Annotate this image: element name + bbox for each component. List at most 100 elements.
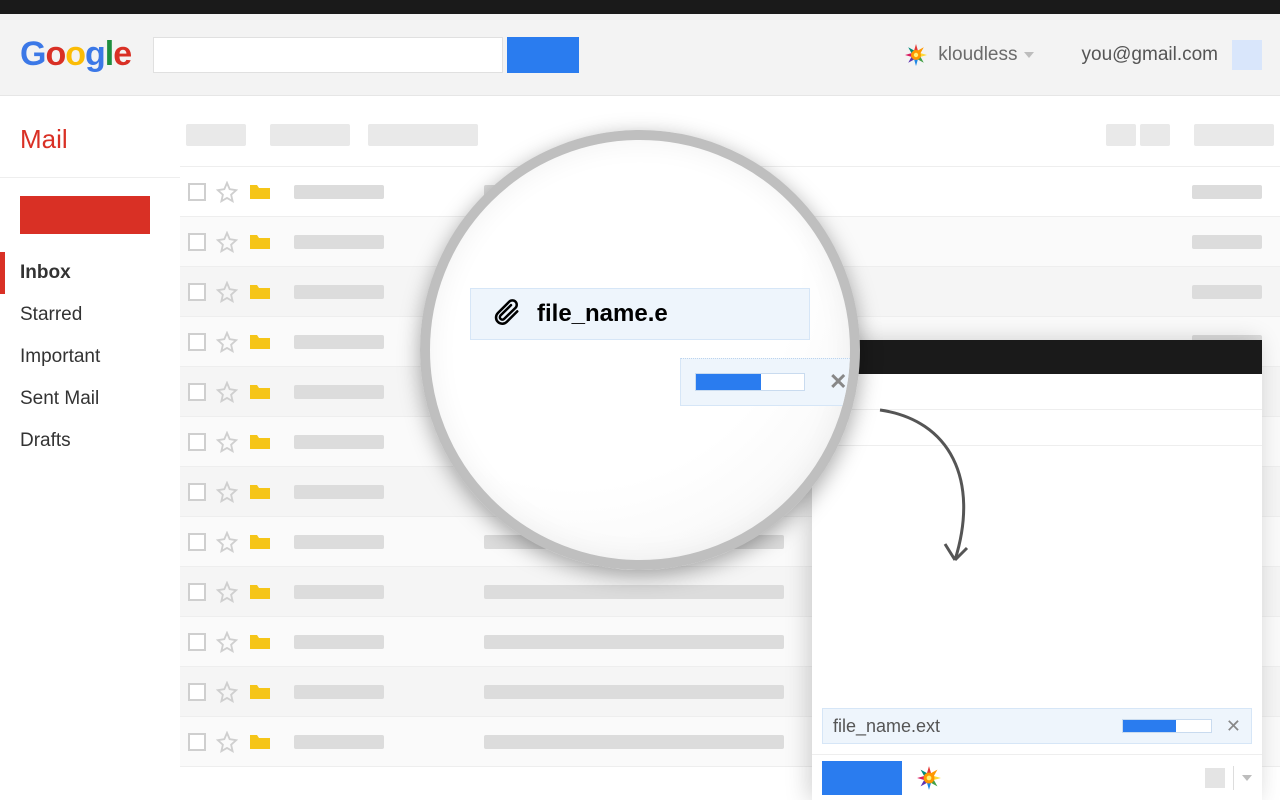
compose-body[interactable] [812, 446, 1262, 708]
attachment-name: file_name.ext [833, 716, 1122, 737]
label-icon[interactable] [248, 233, 272, 251]
toolbar-settings[interactable] [1194, 124, 1274, 146]
kloudless-icon [904, 43, 928, 67]
label-icon[interactable] [248, 183, 272, 201]
checkbox[interactable] [188, 283, 206, 301]
checkbox[interactable] [188, 533, 206, 551]
zoomed-file-name: file_name.e [537, 300, 668, 328]
sender-placeholder [294, 585, 384, 599]
sidebar-item-inbox[interactable]: Inbox [0, 252, 180, 294]
sender-placeholder [294, 385, 384, 399]
checkbox[interactable] [188, 383, 206, 401]
star-icon[interactable] [216, 631, 238, 653]
sender-placeholder [294, 185, 384, 199]
sidebar-item-important[interactable]: Important [0, 336, 180, 378]
label-icon[interactable] [248, 683, 272, 701]
checkbox[interactable] [188, 633, 206, 651]
toolbar-nav-prev[interactable] [1106, 124, 1136, 146]
checkbox[interactable] [188, 233, 206, 251]
label-icon[interactable] [248, 333, 272, 351]
zoomed-attachment-chip: file_name.e [470, 288, 810, 340]
compose-subject-field[interactable] [812, 410, 1262, 446]
google-logo[interactable]: Google [20, 35, 131, 74]
remove-attachment-icon[interactable]: ✕ [1226, 716, 1241, 737]
compose-titlebar[interactable] [812, 340, 1262, 374]
logo-letter: g [85, 35, 105, 73]
magnifier-lens: file_name.e ✕ [420, 130, 860, 570]
checkbox[interactable] [188, 183, 206, 201]
avatar[interactable] [1232, 40, 1262, 70]
star-icon[interactable] [216, 281, 238, 303]
label-icon[interactable] [248, 583, 272, 601]
label-icon[interactable] [248, 483, 272, 501]
star-icon[interactable] [216, 531, 238, 553]
upload-progress [1122, 719, 1212, 733]
label-icon[interactable] [248, 633, 272, 651]
close-icon[interactable]: ✕ [829, 369, 847, 395]
label-icon[interactable] [248, 383, 272, 401]
app-header: Google [0, 14, 1280, 96]
logo-letter: o [45, 35, 65, 73]
checkbox[interactable] [188, 483, 206, 501]
logo-letter: e [113, 35, 131, 73]
zoomed-progress-chip: ✕ [680, 358, 860, 406]
label-icon[interactable] [248, 733, 272, 751]
compose-to-field[interactable] [812, 374, 1262, 410]
sidebar-item-starred[interactable]: Starred [0, 294, 180, 336]
sidebar-item-sent[interactable]: Sent Mail [0, 378, 180, 420]
compose-attachment-chip: file_name.ext ✕ [822, 708, 1252, 744]
divider [1233, 766, 1234, 790]
star-icon[interactable] [216, 381, 238, 403]
sender-placeholder [294, 685, 384, 699]
send-button[interactable] [822, 761, 902, 795]
compose-button[interactable] [20, 196, 150, 234]
kloudless-menu[interactable]: kloudless [904, 43, 1033, 67]
more-options-icon[interactable] [1242, 775, 1252, 781]
star-icon[interactable] [216, 231, 238, 253]
star-icon[interactable] [216, 181, 238, 203]
sender-placeholder [294, 535, 384, 549]
logo-letter: o [65, 35, 85, 73]
sender-placeholder [294, 285, 384, 299]
sidebar-item-drafts[interactable]: Drafts [0, 420, 180, 462]
star-icon[interactable] [216, 681, 238, 703]
label-icon[interactable] [248, 533, 272, 551]
kloudless-label: kloudless [938, 44, 1017, 66]
label-icon[interactable] [248, 283, 272, 301]
star-icon[interactable] [216, 731, 238, 753]
subject-placeholder [484, 735, 784, 749]
sender-placeholder [294, 635, 384, 649]
upload-progress-fill [1123, 720, 1176, 732]
user-email[interactable]: you@gmail.com [1082, 44, 1219, 66]
checkbox[interactable] [188, 733, 206, 751]
subject-placeholder [484, 685, 784, 699]
sender-placeholder [294, 235, 384, 249]
checkbox[interactable] [188, 333, 206, 351]
search-input[interactable] [153, 37, 503, 73]
compose-window: file_name.ext ✕ [812, 340, 1262, 800]
star-icon[interactable] [216, 481, 238, 503]
toolbar-select[interactable] [186, 124, 246, 146]
star-icon[interactable] [216, 331, 238, 353]
sender-placeholder [294, 735, 384, 749]
checkbox[interactable] [188, 583, 206, 601]
trash-icon[interactable] [1205, 768, 1225, 788]
star-icon[interactable] [216, 431, 238, 453]
checkbox[interactable] [188, 683, 206, 701]
search-button[interactable] [507, 37, 579, 73]
zoomed-upload-progress [695, 373, 805, 391]
date-placeholder [1192, 235, 1262, 249]
kloudless-attach-icon[interactable] [916, 765, 942, 791]
toolbar-nav-next[interactable] [1140, 124, 1170, 146]
chevron-down-icon [1024, 52, 1034, 58]
star-icon[interactable] [216, 581, 238, 603]
checkbox[interactable] [188, 433, 206, 451]
logo-letter: G [20, 35, 45, 73]
mail-title[interactable]: Mail [0, 124, 180, 178]
date-placeholder [1192, 285, 1262, 299]
date-placeholder [1192, 185, 1262, 199]
toolbar-btn[interactable] [270, 124, 350, 146]
label-icon[interactable] [248, 433, 272, 451]
compose-footer [812, 754, 1262, 800]
logo-letter: l [105, 35, 113, 73]
